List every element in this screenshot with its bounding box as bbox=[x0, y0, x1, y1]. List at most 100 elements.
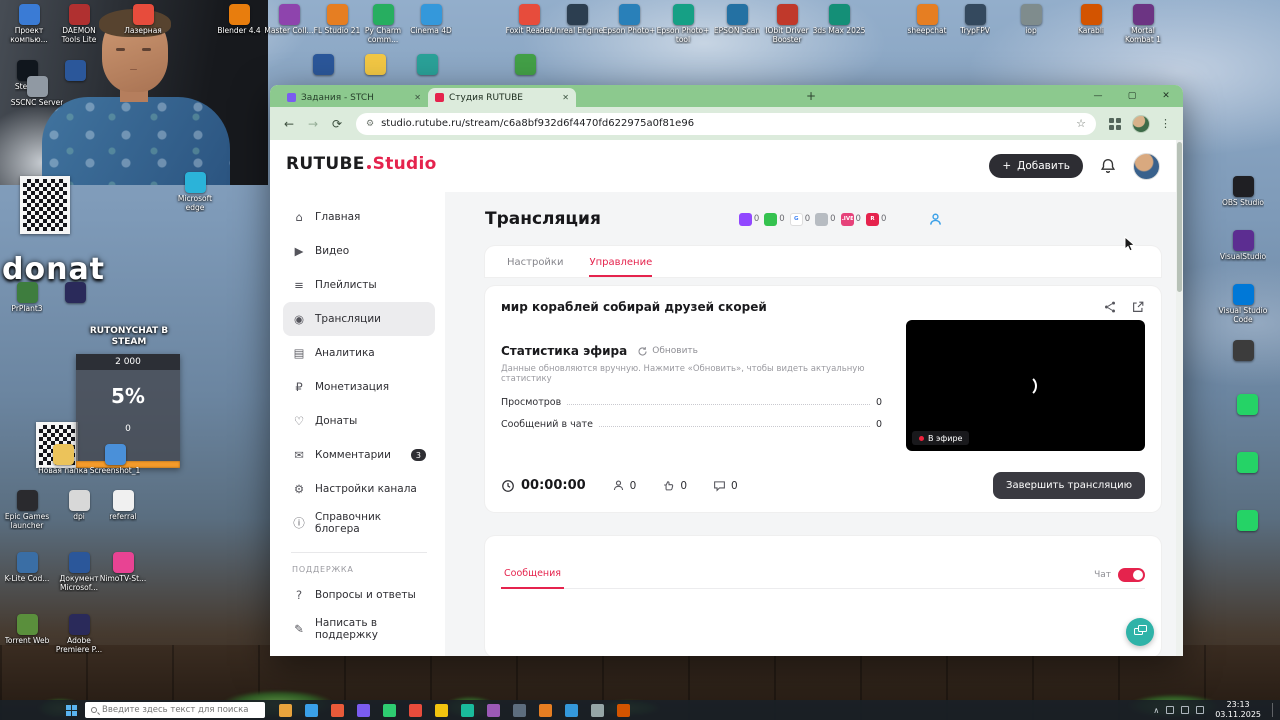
taskbar-app-icon[interactable] bbox=[539, 703, 552, 717]
stream-title-row: мир кораблей собирай друзей скорей bbox=[501, 300, 1145, 314]
close-button[interactable]: ✕ bbox=[1149, 85, 1183, 107]
tab-close-icon[interactable]: ✕ bbox=[562, 93, 569, 102]
sidebar-item[interactable]: ▤ Аналитика bbox=[283, 336, 435, 370]
forward-button[interactable]: → bbox=[302, 113, 324, 135]
taskbar-app-icon[interactable] bbox=[591, 703, 604, 717]
likes-stat: 0 bbox=[662, 479, 687, 492]
maximize-button[interactable]: ▢ bbox=[1115, 85, 1149, 107]
sidebar-item[interactable]: ✉ Комментарии 3 bbox=[283, 438, 435, 472]
platform-icon: LIVE bbox=[840, 212, 854, 226]
taskbar-app-icon[interactable] bbox=[357, 703, 370, 717]
sidebar-item-label: Аналитика bbox=[315, 347, 375, 359]
share-icon[interactable] bbox=[1103, 300, 1117, 314]
notification-bell-icon[interactable] bbox=[1099, 157, 1117, 175]
comments-stat: 0 bbox=[713, 479, 738, 492]
thumb-up-icon bbox=[664, 481, 674, 491]
refresh-icon bbox=[638, 346, 647, 356]
taskbar-app-icon[interactable] bbox=[435, 703, 448, 717]
taskbar-app-icon[interactable] bbox=[279, 703, 292, 717]
tray-icon[interactable] bbox=[1166, 706, 1175, 714]
taskbar-app-icon[interactable] bbox=[383, 703, 396, 717]
page-scrollbar[interactable] bbox=[1176, 140, 1183, 656]
tab-close-icon[interactable]: ✕ bbox=[414, 93, 421, 102]
taskbar-app-icon[interactable] bbox=[487, 703, 500, 717]
sidebar-item-icon: ⓘ bbox=[293, 516, 305, 530]
sidebar-item[interactable]: ? Вопросы и ответы bbox=[283, 578, 435, 612]
browser-menu-icon[interactable]: ⋮ bbox=[1160, 117, 1171, 130]
minimize-button[interactable]: — bbox=[1081, 85, 1115, 107]
messages-tab[interactable]: Сообщения bbox=[501, 568, 565, 589]
taskbar-app-icon[interactable] bbox=[513, 703, 526, 717]
browser-profile-avatar[interactable] bbox=[1132, 114, 1150, 133]
sidebar-item[interactable]: ⚙ Настройки канала bbox=[283, 472, 435, 506]
header-actions: + Добавить bbox=[989, 152, 1160, 180]
browser-tab[interactable]: Задания - STCH ✕ bbox=[280, 88, 428, 107]
taskbar-app-icon[interactable] bbox=[565, 703, 578, 717]
tray-expand-icon[interactable]: ∧ bbox=[1153, 706, 1159, 715]
external-link-icon[interactable] bbox=[1131, 300, 1145, 314]
chat-fab[interactable] bbox=[1126, 618, 1154, 646]
platform-icon bbox=[815, 212, 829, 226]
sidebar-item-label: Плейлисты bbox=[315, 279, 377, 291]
sidebar-item[interactable]: ▶ Видео bbox=[283, 234, 435, 268]
taskbar-clock[interactable]: 23:13 03.11.2025 bbox=[1215, 700, 1261, 720]
taskbar-app-icon[interactable] bbox=[461, 703, 474, 717]
site-settings-icon[interactable]: ⚙ bbox=[366, 119, 374, 129]
platform-count: 0 bbox=[855, 214, 861, 224]
end-stream-button[interactable]: Завершить трансляцию bbox=[993, 472, 1145, 499]
sidebar-item[interactable]: ≡ Плейлисты bbox=[283, 268, 435, 302]
donation-channel: RUTONYCHAT В STEAM bbox=[89, 326, 169, 347]
bookmark-star-icon[interactable]: ☆ bbox=[1076, 117, 1086, 130]
sidebar-item[interactable]: ⌂ Главная bbox=[283, 200, 435, 234]
messages-card: Сообщения Чат bbox=[485, 536, 1161, 656]
taskbar-app-icon[interactable] bbox=[331, 703, 344, 717]
profile-person-icon[interactable] bbox=[928, 212, 943, 227]
add-button[interactable]: + Добавить bbox=[989, 154, 1083, 178]
platform-icon: R bbox=[865, 212, 879, 226]
stream-duration: 00:00:00 bbox=[501, 478, 586, 493]
refresh-button[interactable]: Обновить bbox=[637, 346, 698, 357]
back-button[interactable]: ← bbox=[278, 113, 300, 135]
new-tab-button[interactable]: + bbox=[801, 86, 821, 106]
content-tab[interactable]: Настройки bbox=[507, 257, 563, 277]
sidebar-item[interactable]: ✎ Написать в поддержку bbox=[283, 612, 435, 646]
sidebar-item-icon: ▶ bbox=[294, 244, 304, 258]
stream-card: мир кораблей собирай друзей скорей Стати… bbox=[485, 286, 1161, 512]
url-bar[interactable]: ⚙ ☆ bbox=[356, 112, 1096, 135]
taskbar-app-icon[interactable] bbox=[305, 703, 318, 717]
taskbar-app-icon[interactable] bbox=[409, 703, 422, 717]
search-input[interactable] bbox=[102, 705, 259, 715]
rutube-studio-logo[interactable]: RUTUBE Studio bbox=[286, 154, 437, 178]
sidebar-item-icon: ? bbox=[295, 588, 303, 602]
sidebar-item-icon: ✉ bbox=[294, 448, 304, 462]
user-avatar[interactable] bbox=[1133, 152, 1160, 180]
messages-tab-row: Сообщения Чат bbox=[501, 536, 1145, 589]
content-tab[interactable]: Управление bbox=[589, 257, 653, 277]
scrollbar-thumb[interactable] bbox=[1177, 142, 1182, 292]
sidebar-divider bbox=[291, 552, 427, 553]
stats-heading: Статистика эфира bbox=[501, 344, 628, 358]
sidebar-item[interactable]: ₽ Монетизация bbox=[283, 370, 435, 404]
sidebar-item[interactable]: ♡ Донаты bbox=[283, 404, 435, 438]
live-badge: В эфире bbox=[912, 431, 970, 445]
tray-icon[interactable] bbox=[1196, 706, 1205, 714]
start-button[interactable] bbox=[66, 705, 71, 710]
show-desktop-button[interactable] bbox=[1272, 703, 1275, 717]
taskbar-app-icon[interactable] bbox=[617, 703, 630, 717]
taskbar-search[interactable] bbox=[85, 702, 265, 718]
sidebar-item[interactable]: ◉ Трансляции bbox=[283, 302, 435, 336]
sidebar-item[interactable]: ⓘ Справочник блогера bbox=[283, 506, 435, 540]
tab-title: Студия RUTUBE bbox=[449, 92, 523, 103]
browser-tab[interactable]: Студия RUTUBE ✕ bbox=[428, 88, 576, 107]
reload-button[interactable]: ⟳ bbox=[326, 113, 348, 135]
chat-windows-icon bbox=[1138, 625, 1147, 632]
tray-icon[interactable] bbox=[1181, 706, 1190, 714]
video-preview[interactable]: В эфире bbox=[906, 320, 1145, 451]
platform-stat: LIVE 0 bbox=[840, 212, 861, 226]
url-input[interactable] bbox=[381, 118, 1070, 129]
chat-toggle-switch[interactable] bbox=[1118, 568, 1145, 582]
extensions-icon[interactable] bbox=[1109, 117, 1121, 130]
main-header: Трансляция 0 0 G 0 0 LIVE 0 R 0 bbox=[485, 192, 1161, 246]
tab-title: Задания - STCH bbox=[301, 92, 374, 103]
viewers-value: 0 bbox=[629, 479, 637, 492]
